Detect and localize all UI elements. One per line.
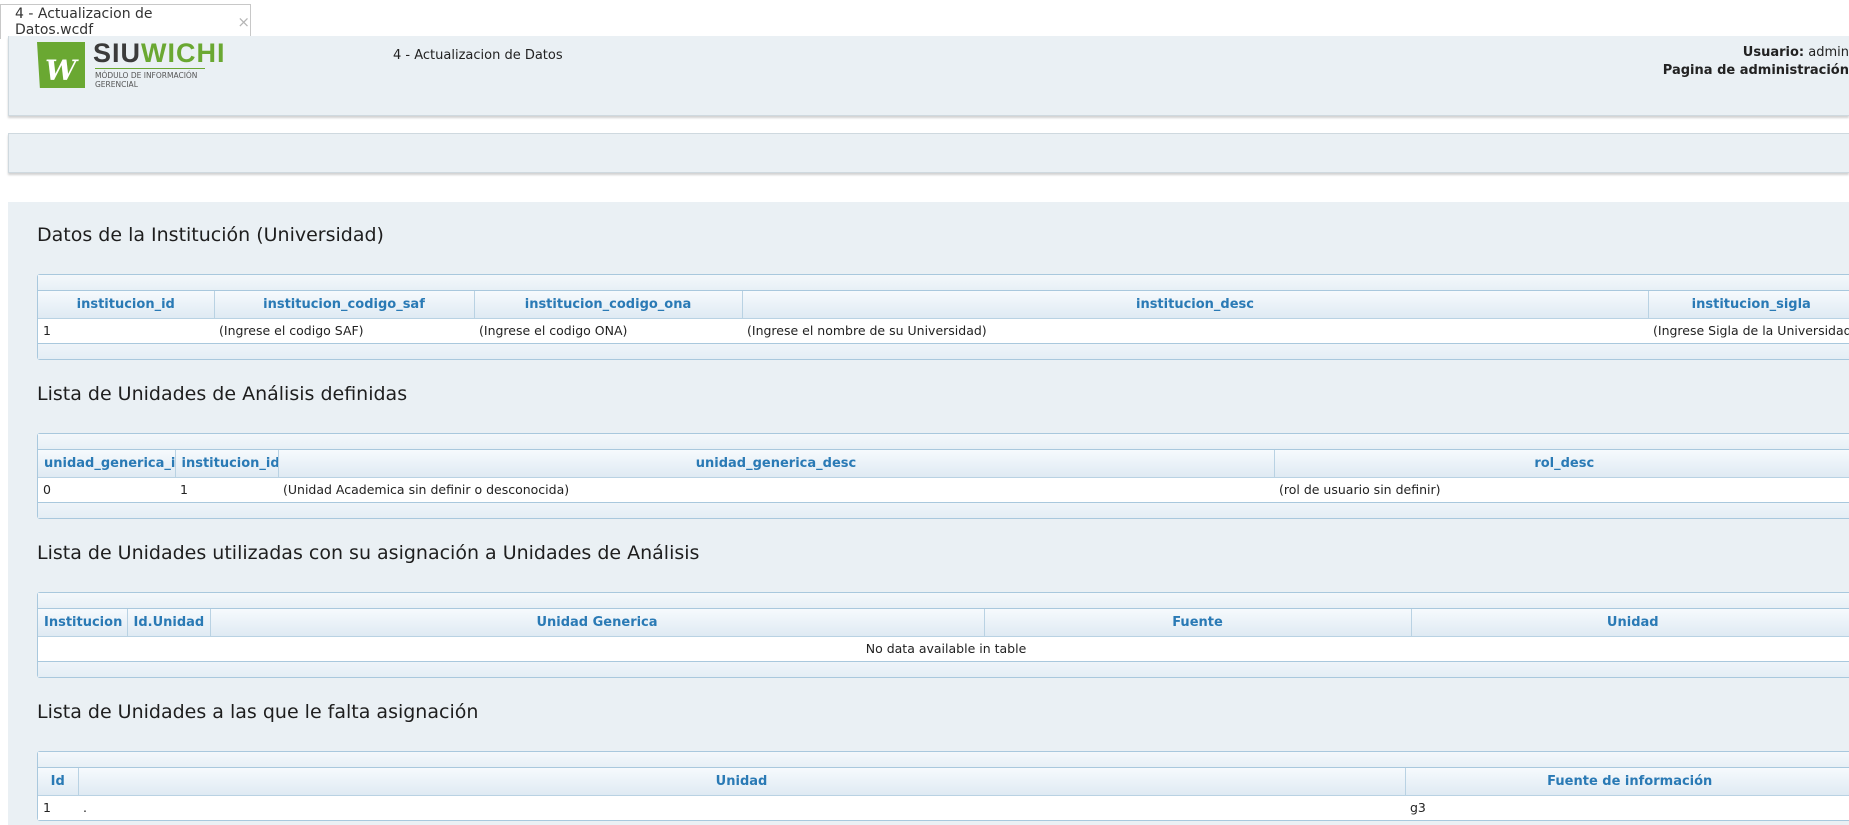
table-unidades-analisis: unidad_generica_id institucion_id unidad… <box>37 433 1849 519</box>
col-institucion-codigo-saf[interactable]: institucion_codigo_saf <box>214 291 475 319</box>
col-unidad-generica-id[interactable]: unidad_generica_id <box>38 450 176 478</box>
col-rol-desc[interactable]: rol_desc <box>1274 450 1849 478</box>
col-institucion-sigla[interactable]: institucion_sigla <box>1648 291 1849 319</box>
col-institucion-desc[interactable]: institucion_desc <box>742 291 1649 319</box>
col-institucion-id[interactable]: institucion_id <box>175 450 279 478</box>
section-title-unidades-utilizadas: Lista de Unidades utilizadas con su asig… <box>37 542 700 564</box>
main-panel: Datos de la Institución (Universidad) in… <box>8 202 1849 825</box>
siuwichi-logo: W SIUWICHI MÓDULO DE INFORMACIÓN GERENCI… <box>37 38 224 90</box>
tab-title: 4 - Actualizacion de Datos.wcdf <box>15 6 153 38</box>
col-unidad-generica[interactable]: Unidad Generica <box>210 609 985 637</box>
table-row: No data available in table <box>38 636 1849 661</box>
page-title: 4 - Actualizacion de Datos <box>393 48 563 63</box>
close-icon[interactable]: × <box>237 14 250 30</box>
table-unidades-utilizadas: Institucion Id.Unidad Unidad Generica Fu… <box>37 592 1849 678</box>
col-unidad-generica-desc[interactable]: unidad_generica_desc <box>278 450 1275 478</box>
col-id-unidad[interactable]: Id.Unidad <box>127 609 211 637</box>
table-row: 1 . g3 <box>38 795 1849 820</box>
user-label: Usuario: <box>1742 45 1805 60</box>
section-title-unidades-analisis: Lista de Unidades de Análisis definidas <box>37 383 408 405</box>
col-institucion[interactable]: Institucion <box>38 609 128 637</box>
col-fuente-informacion[interactable]: Fuente de información <box>1405 768 1849 796</box>
table-row: 1 (Ingrese el codigo SAF) (Ingrese el co… <box>38 318 1849 343</box>
col-institucion-id[interactable]: institucion_id <box>38 291 215 319</box>
col-unidad[interactable]: Unidad <box>1411 609 1849 637</box>
toolbar-panel <box>8 133 1849 173</box>
section-title-institucion: Datos de la Institución (Universidad) <box>37 224 384 246</box>
empty-table-message: No data available in table <box>38 636 1849 661</box>
table-institucion: institucion_id institucion_codigo_saf in… <box>37 274 1849 360</box>
col-id[interactable]: Id <box>38 768 79 796</box>
logo-mark-icon: W <box>37 42 85 88</box>
user-name: admin <box>1808 45 1849 60</box>
logo-subtitle: MÓDULO DE INFORMACIÓN GERENCIAL <box>95 68 205 89</box>
admin-page-link[interactable]: Pagina de administración <box>1663 62 1849 80</box>
table-row: 0 1 (Unidad Academica sin definir o desc… <box>38 477 1849 502</box>
table-unidades-falta: Id Unidad Fuente de información 1 . g3 <box>37 751 1849 821</box>
tab-actualizacion-datos[interactable]: 4 - Actualizacion de Datos.wcdf × <box>0 4 251 39</box>
app-header: W SIUWICHI MÓDULO DE INFORMACIÓN GERENCI… <box>8 36 1849 116</box>
col-institucion-codigo-ona[interactable]: institucion_codigo_ona <box>474 291 743 319</box>
user-info: Usuario: admin Pagina de administración <box>1663 44 1849 80</box>
logo-text: SIUWICHI <box>93 38 226 68</box>
section-title-unidades-falta: Lista de Unidades a las que le falta asi… <box>37 701 479 723</box>
tab-bar: 4 - Actualizacion de Datos.wcdf × <box>0 0 1849 39</box>
col-unidad[interactable]: Unidad <box>78 768 1406 796</box>
col-fuente[interactable]: Fuente <box>984 609 1412 637</box>
